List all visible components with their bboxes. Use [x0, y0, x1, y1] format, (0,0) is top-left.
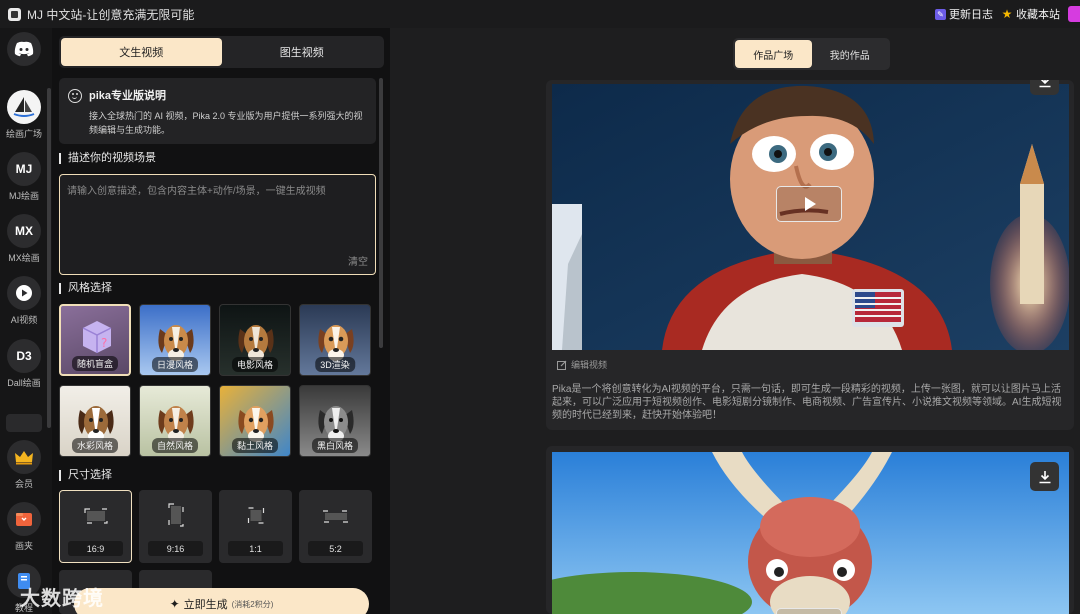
star-icon: ★ [1001, 7, 1013, 21]
tab-text-to-video[interactable]: 文生视频 [61, 38, 222, 66]
video-card: 编辑视频 Pika是一个将创意转化为AI视频的平台，只需一句话，即可生成一段精彩… [546, 80, 1074, 430]
size-section-title: 尺寸选择 [59, 470, 112, 481]
video-thumbnail-donkey [552, 452, 1069, 614]
size-card-1-1[interactable]: 1:1 [219, 490, 292, 563]
style-card-bw[interactable]: 黑白风格 [299, 385, 371, 457]
play-button[interactable] [776, 186, 842, 222]
crop-frame-icon [321, 510, 350, 523]
changelog-link[interactable]: ✎ 更新日志 [935, 6, 993, 22]
mx-badge: MX [7, 214, 41, 248]
panel-scrollbar[interactable] [379, 78, 383, 348]
download-button[interactable] [1030, 462, 1059, 491]
sparkle-icon: ✦ [169, 597, 180, 611]
download-icon [1039, 470, 1050, 483]
nav-item-dall[interactable]: D3 Dall绘画 [0, 339, 48, 389]
bookmark-link[interactable]: ★ 收藏本站 [1001, 6, 1060, 22]
watermark: 大数跨境 [20, 588, 104, 610]
clear-button[interactable]: 清空 [348, 253, 368, 268]
size-card-9-16[interactable]: 9:16 [139, 490, 212, 563]
discord-icon [7, 32, 41, 66]
tab-image-to-video[interactable]: 图生视频 [222, 38, 383, 66]
nav-more-stub [6, 414, 42, 432]
edit-note-icon: ✎ [935, 8, 946, 20]
prompt-input[interactable] [67, 182, 368, 252]
nav-item-ai-video[interactable]: AI视频 [0, 276, 48, 326]
size-card-16-9[interactable]: 16:9 [59, 490, 132, 563]
prompt-box: 清空 [59, 174, 376, 275]
d3-badge: D3 [7, 339, 41, 373]
info-title: pika专业版说明 [89, 90, 167, 102]
info-text: 接入全球热门的 AI 视频，Pika 2.0 专业版为用户提供一系列强大的视频编… [89, 111, 363, 135]
download-button[interactable] [1030, 80, 1059, 95]
sailboat-logo-icon [7, 90, 41, 124]
nav-item-mx[interactable]: MX MX绘画 [0, 214, 48, 264]
style-card-watercolor[interactable]: 水彩风格 [59, 385, 131, 457]
scene-section-title: 描述你的视频场景 [59, 153, 156, 164]
folder-icon [7, 502, 41, 536]
style-card-random[interactable]: ? 随机盲盒 [59, 304, 131, 376]
style-card-nature[interactable]: 自然风格 [139, 385, 211, 457]
size-card-5-2[interactable]: 5:2 [299, 490, 372, 563]
nav-item-discord[interactable] [0, 32, 48, 66]
crop-frame-icon [167, 503, 184, 527]
play-button[interactable] [776, 608, 842, 614]
gallery-area: 作品广场 我的作品 编辑视频 Pika是一个将创意转化为AI视频的平台，只需一句… [390, 28, 1080, 614]
style-card-anime[interactable]: 日漫风格 [139, 304, 211, 376]
nav-item-folder[interactable]: 画夹 [0, 502, 48, 552]
tab-my-works[interactable]: 我的作品 [812, 40, 889, 68]
mode-tabs: 文生视频 图生视频 [59, 36, 384, 68]
tab-showcase[interactable]: 作品广场 [735, 40, 812, 68]
edit-icon [557, 360, 567, 370]
user-badge-icon[interactable] [1068, 6, 1080, 22]
crop-frame-icon [83, 508, 108, 524]
nav-item-membership[interactable]: 会员 [0, 440, 48, 490]
smile-icon [68, 89, 82, 103]
nav-item-gallery[interactable]: 绘画广场 [0, 90, 48, 140]
play-circle-icon [7, 276, 41, 310]
app-title: MJ 中文站-让创意充满无限可能 [27, 7, 195, 22]
nav-item-mj[interactable]: MJ MJ绘画 [0, 152, 48, 202]
style-card-3d[interactable]: 3D渲染 [299, 304, 371, 376]
app-logo-icon [8, 7, 21, 21]
style-card-clay[interactable]: 黏土风格 [219, 385, 291, 457]
gallery-tabs: 作品广场 我的作品 [733, 38, 890, 70]
svg-text:?: ? [101, 336, 107, 350]
video-description: Pika是一个将创意转化为AI视频的平台，只需一句话，即可生成一段精彩的视频，上… [552, 384, 1062, 421]
style-section-title: 风格选择 [59, 283, 112, 294]
pika-info-box: pika专业版说明 接入全球热门的 AI 视频，Pika 2.0 专业版为用户提… [59, 78, 376, 144]
download-icon [1039, 80, 1050, 87]
create-panel: 文生视频 图生视频 pika专业版说明 接入全球热门的 AI 视频，Pika 2… [52, 28, 390, 614]
crown-icon [7, 440, 41, 474]
crop-frame-icon [247, 507, 264, 524]
mj-badge: MJ [7, 152, 41, 186]
mystery-box-icon: ? [82, 321, 112, 353]
top-bar: MJ 中文站-让创意充满无限可能 ✎ 更新日志 ★ 收藏本站 [0, 0, 1080, 28]
generate-button[interactable]: ✦ 立即生成 (消耗2积分) [74, 588, 369, 614]
style-card-film[interactable]: 电影风格 [219, 304, 291, 376]
left-nav: 绘画广场 MJ MJ绘画 MX MX绘画 AI视频 D3 Dall绘画 会员 画… [0, 28, 52, 614]
video-card [546, 446, 1074, 614]
edit-video-button[interactable]: 编辑视频 [557, 358, 607, 371]
